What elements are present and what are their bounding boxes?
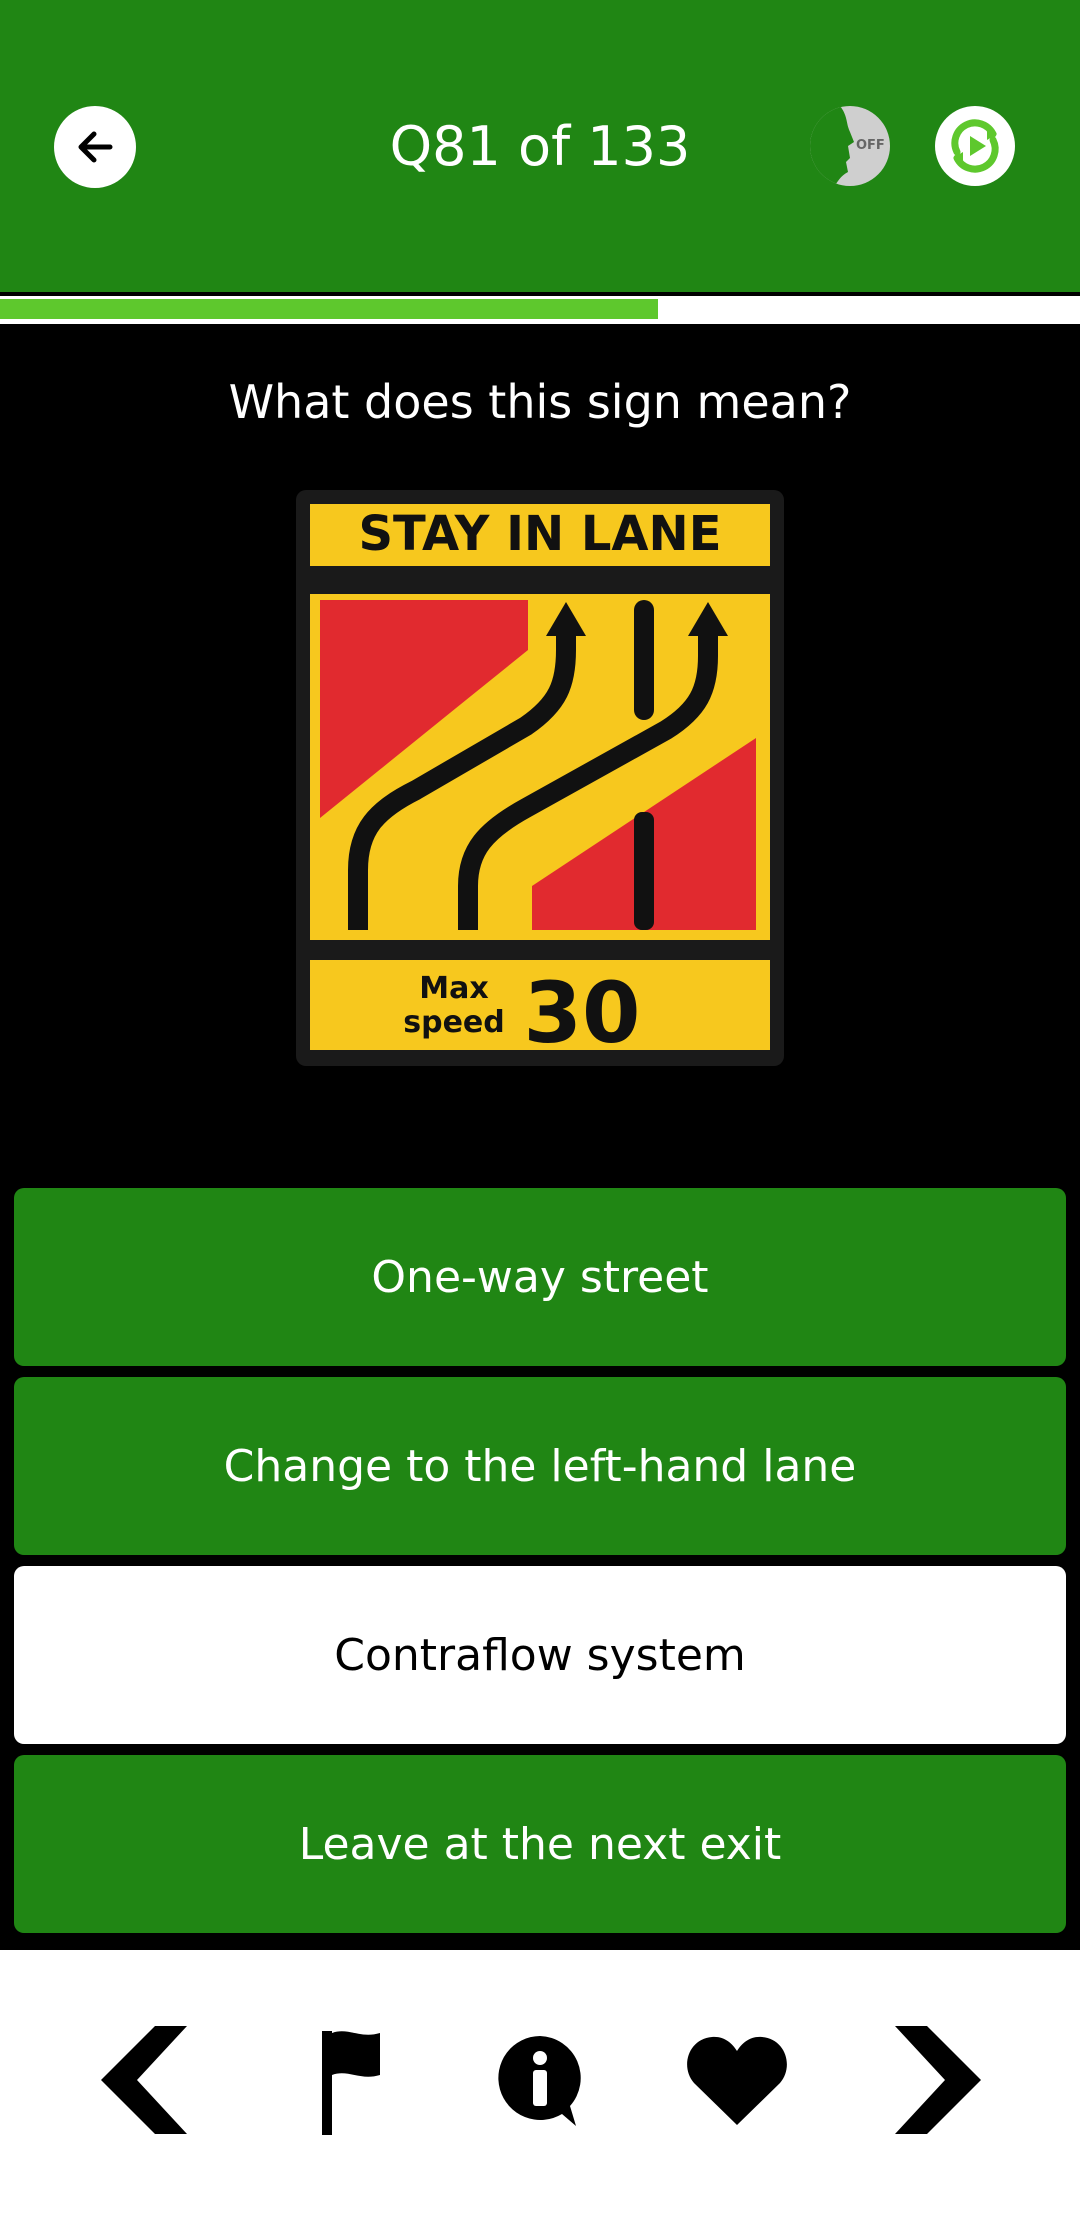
flag-icon — [322, 2031, 380, 2135]
info-button[interactable] — [492, 2020, 588, 2140]
question-counter: Q81 of 133 — [389, 115, 691, 178]
info-icon — [498, 2036, 581, 2126]
sign-speed-label-2: speed — [403, 1005, 505, 1040]
next-button[interactable] — [884, 2020, 990, 2140]
sign-speed-value: 30 — [524, 964, 641, 1062]
answer-label: Leave at the next exit — [298, 1818, 782, 1870]
progress-bar — [0, 296, 1080, 324]
answer-option-4[interactable]: Leave at the next exit — [14, 1755, 1066, 1933]
progress-fill — [0, 299, 658, 319]
next-chevron-icon — [895, 2026, 981, 2134]
answer-option-3[interactable]: Contraflow system — [14, 1566, 1066, 1744]
refresh-button[interactable] — [935, 106, 1015, 186]
voice-toggle[interactable]: OFF — [810, 106, 890, 186]
favorite-button[interactable] — [682, 2020, 792, 2140]
sign-speed-label-1: Max — [419, 971, 488, 1006]
previous-chevron-icon — [101, 2026, 187, 2134]
stay-in-lane-sign: STAY IN LANE Max speed 30 — [296, 490, 784, 1066]
flag-button[interactable] — [300, 2020, 396, 2140]
answer-label: Contraflow system — [334, 1629, 746, 1681]
refresh-play-icon — [951, 119, 999, 173]
road-sign-image: STAY IN LANE Max speed 30 — [296, 490, 784, 1066]
heart-icon — [687, 2036, 787, 2125]
voice-off-label: OFF — [856, 138, 885, 153]
answer-option-1[interactable]: One-way street — [14, 1188, 1066, 1366]
answer-option-2[interactable]: Change to the left-hand lane — [14, 1377, 1066, 1555]
previous-button[interactable] — [92, 2020, 198, 2140]
answer-label: One-way street — [371, 1251, 709, 1303]
answer-label: Change to the left-hand lane — [223, 1440, 857, 1492]
sign-top-text: STAY IN LANE — [358, 506, 721, 562]
app-header: Q81 of 133 OFF — [0, 0, 1080, 292]
question-text: What does this sign mean? — [228, 375, 852, 429]
